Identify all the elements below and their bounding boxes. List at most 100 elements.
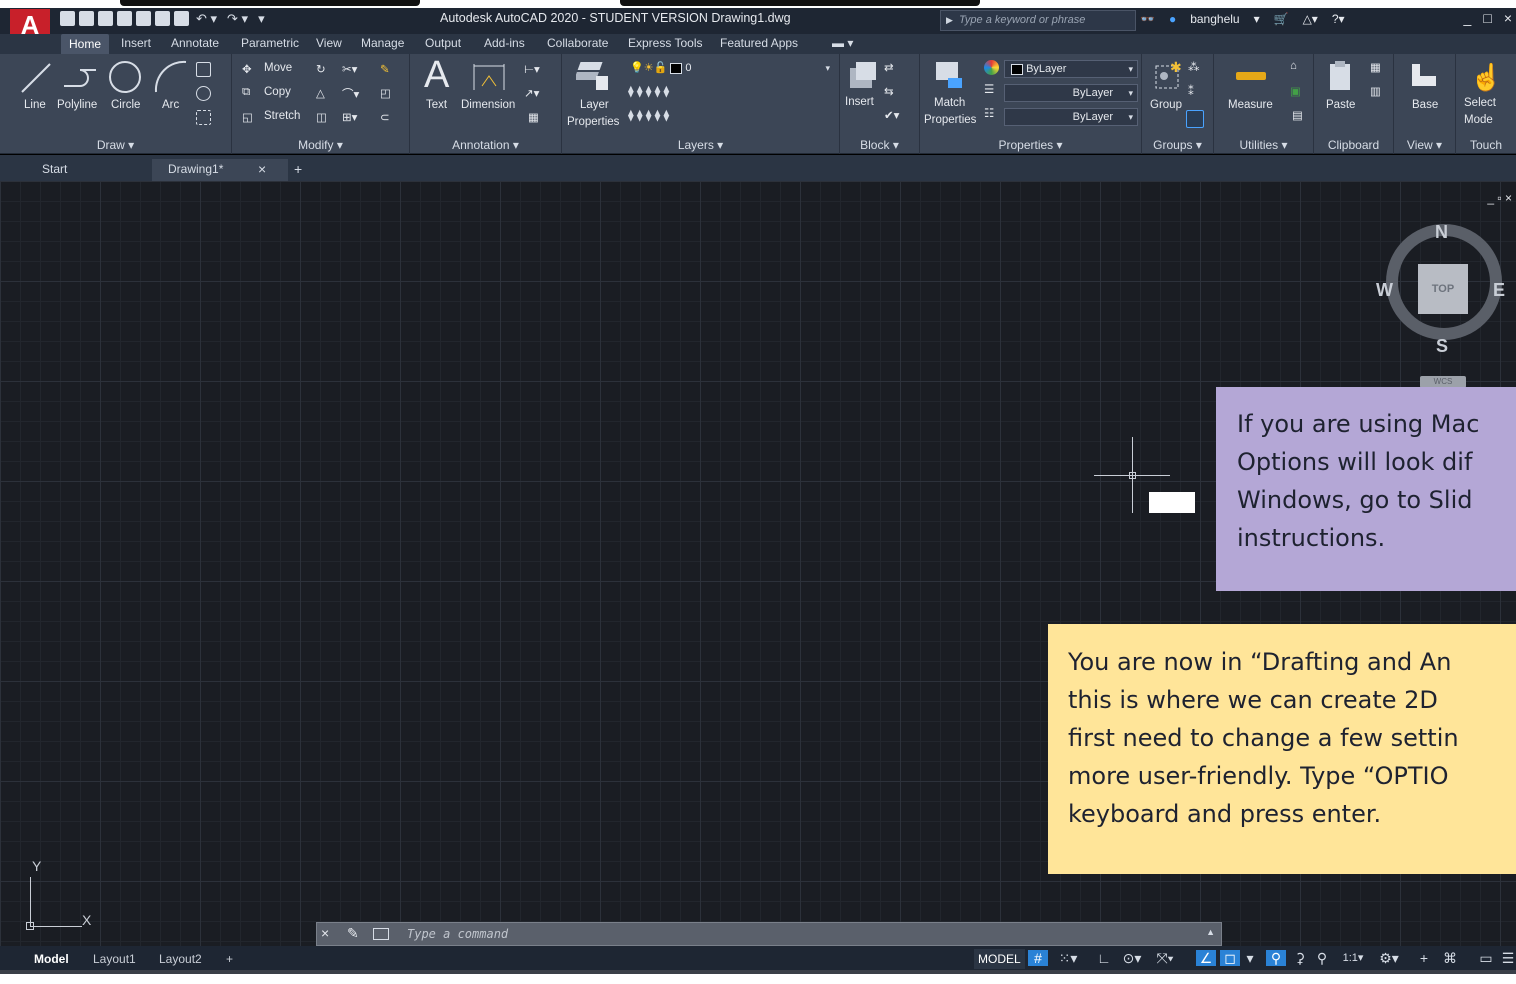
tab-annotate[interactable]: Annotate — [171, 35, 219, 51]
tab-parametric[interactable]: Parametric — [241, 35, 299, 51]
auto-scale-icon[interactable]: ⚳ — [1290, 950, 1310, 966]
view-panel-title[interactable]: View ▾ — [1394, 138, 1455, 152]
customize-qat-icon[interactable]: ▾ — [255, 11, 268, 27]
paste-icon[interactable] — [1326, 58, 1356, 94]
compass-south[interactable]: S — [1436, 336, 1448, 357]
insert-block-icon[interactable] — [846, 58, 880, 94]
user-dropdown-icon[interactable]: ▾ — [1254, 12, 1260, 26]
select-mode-icon[interactable]: ☝ — [1470, 62, 1502, 93]
search-expand-icon[interactable]: ▶ — [946, 11, 953, 30]
layer-properties-icon[interactable] — [576, 58, 612, 92]
text-icon[interactable]: A — [424, 54, 449, 97]
open-from-web-icon[interactable] — [136, 11, 151, 26]
mirror-icon[interactable]: △ — [316, 86, 325, 100]
save-as-icon[interactable] — [117, 11, 132, 26]
measure-icon[interactable] — [1236, 72, 1266, 80]
match-properties-label-2[interactable]: Properties — [924, 114, 976, 126]
base-button[interactable]: Base — [1412, 99, 1438, 111]
rectangle-icon[interactable] — [196, 62, 211, 77]
dimension-icon[interactable] — [472, 62, 506, 92]
groups-panel-title[interactable]: Groups ▾ — [1142, 138, 1213, 152]
tab-model[interactable]: Model — [34, 949, 69, 969]
layer-tools-row-1[interactable]: ⧫ ⧫ ⧫ ⧫ ⧫ — [628, 84, 669, 98]
select-mode-label-1[interactable]: Select — [1464, 97, 1496, 109]
tab-express-tools[interactable]: Express Tools — [628, 35, 702, 51]
command-input[interactable] — [407, 925, 1187, 943]
command-history-icon[interactable]: ▲ — [1206, 927, 1215, 937]
open-icon[interactable] — [79, 11, 94, 26]
explode-icon[interactable]: ◰ — [380, 86, 391, 100]
tab-featured-apps[interactable]: Featured Apps — [720, 35, 798, 51]
move-button[interactable]: Move — [264, 62, 292, 74]
arc-icon[interactable] — [152, 58, 190, 96]
viewport-controls[interactable]: _ ▫ × — [1487, 191, 1512, 205]
tab-view[interactable]: View — [316, 35, 342, 51]
touch-panel-title[interactable]: Touch — [1456, 138, 1516, 152]
tab-layout2[interactable]: Layout2 — [159, 949, 202, 969]
line-icon[interactable] — [18, 60, 54, 96]
grid-icon[interactable]: # — [1028, 950, 1048, 966]
ungroup-icon[interactable]: ⁂ — [1188, 60, 1200, 74]
linetype-dropdown[interactable]: ByLayer ▾ — [1004, 108, 1138, 126]
annotation-monitor-icon[interactable]: + — [1414, 950, 1434, 966]
redo-icon[interactable]: ↷ ▾ — [224, 11, 251, 27]
leader-icon[interactable]: ↗▾ — [524, 86, 539, 100]
draw-panel-title[interactable]: Draw ▾ — [0, 138, 231, 152]
line-button[interactable]: Line — [24, 99, 46, 111]
table-icon[interactable]: ▦ — [528, 110, 539, 124]
compass-east[interactable]: E — [1493, 280, 1505, 301]
user-icon[interactable]: ● — [1169, 12, 1176, 26]
tab-drawing1[interactable]: Drawing1* × — [152, 159, 288, 181]
polar-icon[interactable]: ⊙▾ — [1118, 950, 1146, 966]
snap-icon[interactable]: ⁙▾ — [1054, 950, 1082, 966]
cut-icon[interactable]: ▦ — [1370, 60, 1381, 74]
hatch-icon[interactable] — [196, 110, 211, 125]
ribbon-minimize-icon[interactable]: ▬ ▾ — [832, 35, 853, 51]
object-snap-dropdown-icon[interactable]: ▾ — [1244, 950, 1256, 966]
model-space-button[interactable]: MODEL — [974, 949, 1025, 969]
print-icon[interactable] — [174, 11, 189, 26]
close-button[interactable]: × — [1504, 10, 1512, 26]
calculator-icon[interactable]: ▤ — [1292, 108, 1303, 122]
match-properties-icon[interactable] — [932, 58, 966, 94]
tab-manage[interactable]: Manage — [361, 35, 404, 51]
dimension-button[interactable]: Dimension — [461, 99, 515, 111]
customization-menu-icon[interactable]: ☰ — [1500, 950, 1516, 966]
compass-west[interactable]: W — [1376, 280, 1393, 301]
help-search-input[interactable]: ▶ Type a keyword or phrase — [940, 10, 1136, 31]
group-select-icon[interactable] — [1186, 110, 1204, 128]
tab-add-ins[interactable]: Add-ins — [484, 35, 525, 51]
tab-output[interactable]: Output — [425, 35, 461, 51]
linear-dim-icon[interactable]: ⊢▾ — [524, 62, 540, 76]
circle-icon[interactable] — [106, 58, 144, 96]
isodraft-icon[interactable]: ⤧▾ — [1150, 950, 1180, 966]
group-icon[interactable]: ✱ — [1152, 58, 1184, 94]
workspace-gear-icon[interactable]: ⚙▾ — [1374, 950, 1404, 966]
trim-icon[interactable]: ✂▾ — [342, 62, 357, 76]
utilities-panel-title[interactable]: Utilities ▾ — [1214, 138, 1313, 152]
base-view-icon[interactable] — [1408, 62, 1440, 90]
circle-button[interactable]: Circle — [111, 99, 140, 111]
insert-button[interactable]: Insert — [845, 96, 874, 108]
block-attributes-icon[interactable]: ✔▾ — [884, 108, 899, 122]
color-dropdown[interactable]: ByLayer ▾ — [1004, 60, 1138, 78]
layer-properties-label-1[interactable]: Layer — [580, 99, 609, 111]
annotation-panel-title[interactable]: Annotation ▾ — [410, 138, 561, 152]
undo-icon[interactable]: ↶ ▾ — [193, 11, 220, 27]
new-tab-button[interactable]: + — [294, 159, 302, 181]
object-snap-tracking-icon[interactable]: ∠ — [1196, 950, 1216, 966]
compass-north[interactable]: N — [1435, 222, 1448, 243]
tab-layout1[interactable]: Layout1 — [93, 949, 136, 969]
annotation-scale-icon[interactable]: ⚲ — [1312, 950, 1332, 966]
scale-icon[interactable]: ◫ — [316, 110, 327, 124]
properties-panel-title[interactable]: Properties ▾ — [920, 138, 1141, 152]
autodesk-app-store-icon[interactable]: 🛒 — [1274, 12, 1289, 26]
modify-panel-title[interactable]: Modify ▾ — [232, 138, 409, 152]
arc-button[interactable]: Arc — [162, 99, 179, 111]
scale-selector[interactable]: 1:1▾ — [1338, 950, 1368, 966]
polyline-icon[interactable] — [60, 60, 100, 96]
clipboard-panel-title[interactable]: Clipboard — [1314, 138, 1393, 152]
lineweight-dropdown[interactable]: ByLayer ▾ — [1004, 84, 1138, 102]
tab-start[interactable]: Start — [22, 159, 152, 181]
help-icon[interactable]: ?▾ — [1332, 12, 1345, 26]
